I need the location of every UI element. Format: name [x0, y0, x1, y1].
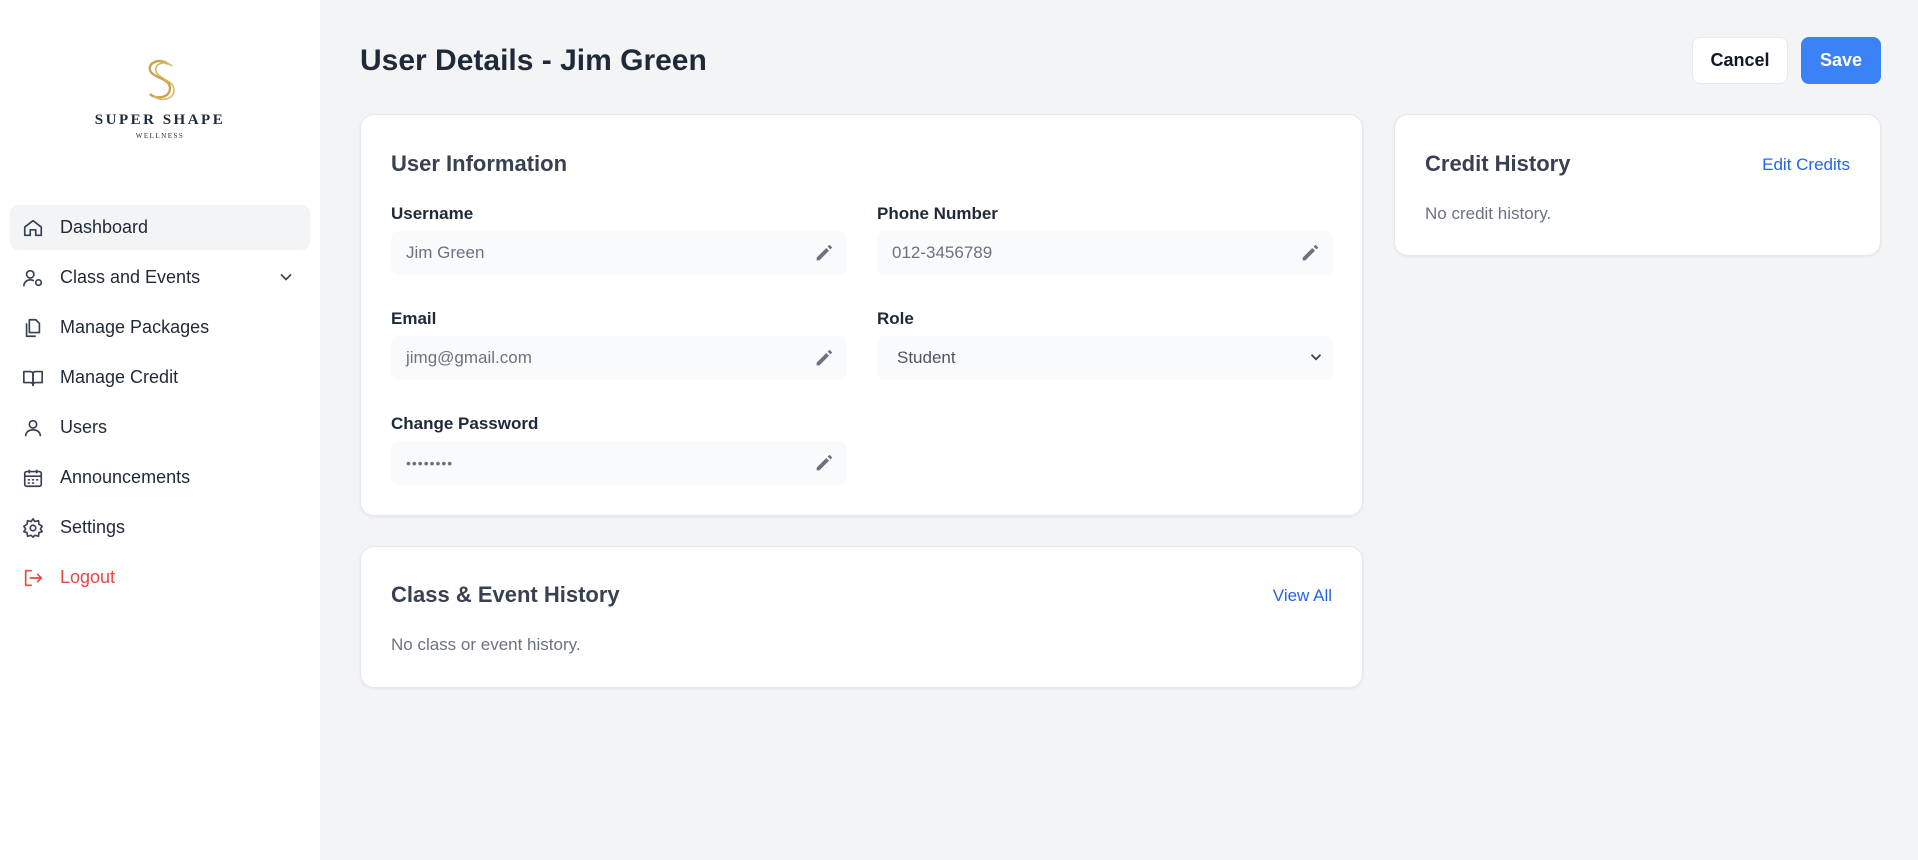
sidebar-item-class-and-events[interactable]: Class and Events	[10, 255, 310, 300]
password-field[interactable]: ••••••••	[391, 441, 847, 485]
user-icon	[22, 417, 44, 439]
phone-label: Phone Number	[877, 204, 998, 223]
book-open-icon	[22, 367, 44, 389]
pencil-icon[interactable]	[1299, 242, 1321, 264]
brand-name: SUPER SHAPE	[94, 112, 226, 128]
pencil-icon[interactable]	[813, 242, 835, 264]
sidebar-item-manage-packages[interactable]: Manage Packages	[10, 305, 310, 350]
password-label: Change Password	[391, 414, 539, 433]
sidebar-item-logout[interactable]: Logout	[10, 555, 310, 600]
sidebar-nav: Dashboard Class and Events Manage Packag…	[10, 205, 310, 605]
card-title: Class & Event History	[391, 582, 620, 607]
sidebar-item-label: Logout	[60, 567, 116, 587]
role-select[interactable]: Student	[877, 336, 1333, 380]
logo-s-icon	[148, 59, 175, 101]
empty-state-text: No credit history.	[1425, 204, 1552, 223]
role-value: Student	[897, 348, 956, 367]
password-value: ••••••••	[406, 455, 454, 471]
sidebar-item-dashboard[interactable]: Dashboard	[10, 205, 310, 250]
username-label: Username	[391, 204, 474, 223]
email-label: Email	[391, 309, 437, 328]
empty-state-text: No class or event history.	[391, 635, 581, 654]
user-cog-icon	[22, 267, 44, 289]
gear-icon	[22, 517, 44, 539]
email-value: jimg@gmail.com	[406, 348, 532, 367]
brand-logo[interactable]: SUPER SHAPE WELLNESS	[0, 56, 320, 140]
sidebar-item-users[interactable]: Users	[10, 405, 310, 450]
brand-tagline: WELLNESS	[135, 132, 185, 140]
sidebar-item-label: Users	[60, 417, 108, 437]
card-title: User Information	[391, 151, 568, 176]
card-title: Credit History	[1425, 151, 1571, 176]
pencil-icon[interactable]	[813, 452, 835, 474]
user-information-card: User Information Username Jim Green Phon…	[360, 114, 1363, 516]
username-field[interactable]: Jim Green	[391, 231, 847, 275]
logout-icon	[22, 567, 44, 589]
sidebar-item-label: Dashboard	[60, 217, 149, 237]
copy-icon	[22, 317, 44, 339]
sidebar-item-label: Manage Credit	[60, 367, 179, 387]
email-field[interactable]: jimg@gmail.com	[391, 336, 847, 380]
sidebar-item-announcements[interactable]: Announcements	[10, 455, 310, 500]
pencil-icon[interactable]	[813, 347, 835, 369]
save-button[interactable]: Save	[1801, 37, 1881, 84]
sidebar-item-settings[interactable]: Settings	[10, 505, 310, 550]
calendar-icon	[22, 467, 44, 489]
view-all-link[interactable]: View All	[1273, 586, 1332, 606]
sidebar: SUPER SHAPE WELLNESS Dashboard Class and…	[0, 0, 320, 860]
phone-field[interactable]: 012-3456789	[877, 231, 1333, 275]
sidebar-item-label: Settings	[60, 517, 126, 537]
main-content: User Details - Jim Green Cancel Save Use…	[320, 0, 1918, 860]
credit-history-card: Credit History Edit Credits No credit hi…	[1394, 114, 1881, 256]
chevron-down-icon	[1310, 354, 1322, 361]
home-icon	[22, 217, 44, 239]
username-value: Jim Green	[406, 243, 485, 262]
sidebar-item-label: Class and Events	[60, 267, 201, 287]
cancel-button[interactable]: Cancel	[1692, 37, 1788, 84]
sidebar-item-manage-credit[interactable]: Manage Credit	[10, 355, 310, 400]
class-event-history-card: Class & Event History View All No class …	[360, 546, 1363, 688]
role-label: Role	[877, 309, 914, 328]
sidebar-item-label: Manage Packages	[60, 317, 210, 337]
edit-credits-link[interactable]: Edit Credits	[1762, 155, 1850, 175]
sidebar-item-label: Announcements	[60, 467, 191, 487]
chevron-down-icon[interactable]	[276, 267, 296, 287]
phone-value: 012-3456789	[892, 243, 993, 262]
page-title: User Details - Jim Green	[360, 44, 707, 77]
